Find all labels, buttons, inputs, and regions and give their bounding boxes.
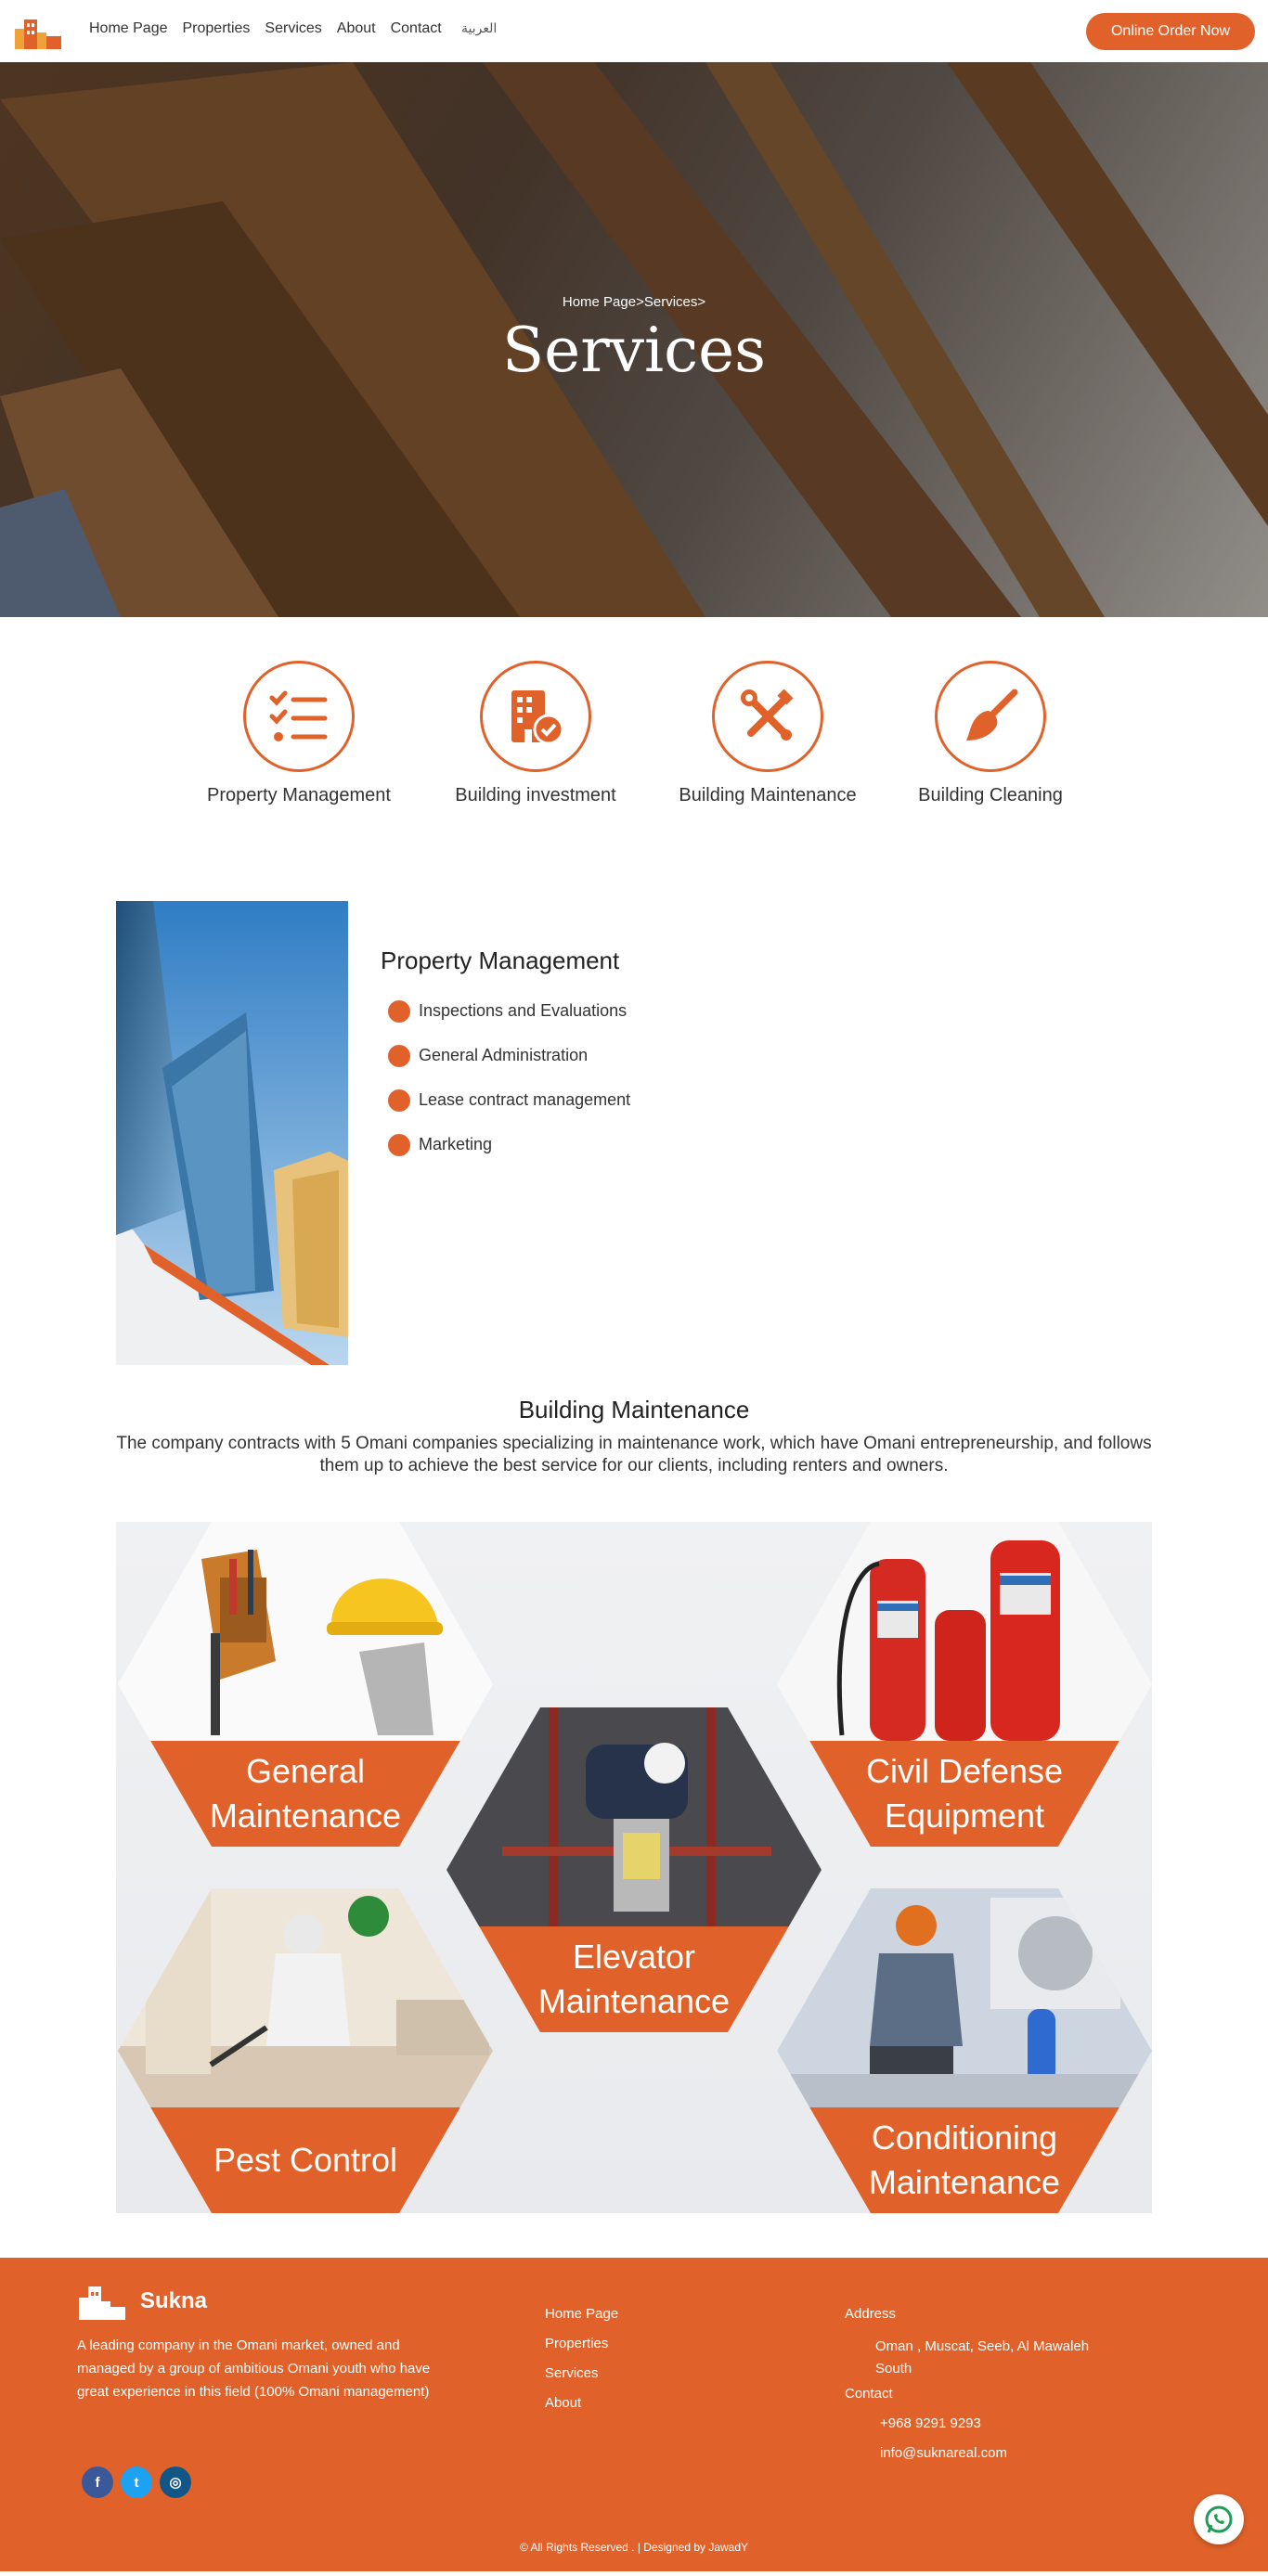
building-maintenance-description: The company contracts with 5 Omani compa…: [116, 1434, 1152, 1475]
whatsapp-icon: [1205, 2505, 1233, 2533]
footer-brand-name: Sukna: [140, 2288, 208, 2313]
footer-link-services[interactable]: Services: [545, 2365, 618, 2395]
contact-label: Contact: [845, 2386, 893, 2402]
elevator-worker-image: [446, 1707, 822, 1926]
whatsapp-button[interactable]: [1194, 2494, 1244, 2544]
list-item: Lease contract management: [388, 1088, 630, 1132]
building-check-icon: [480, 661, 591, 772]
nav-contact[interactable]: Contact: [391, 20, 442, 37]
building-maintenance-title: Building Maintenance: [518, 1396, 750, 1423]
tools-helmet-image: [118, 1522, 493, 1741]
service-label: Building Maintenance: [679, 785, 857, 805]
language-switch[interactable]: العربية: [461, 20, 497, 36]
footer-logo-icon: [79, 2286, 125, 2320]
ac-technician-image: [777, 1888, 1152, 2107]
tile-label: Civil Defense Equipment: [777, 1741, 1152, 1847]
tile-general-maintenance[interactable]: General Maintenance: [118, 1522, 493, 1847]
service-building-investment[interactable]: Building investment: [433, 661, 638, 806]
email-value[interactable]: info@suknareal.com: [845, 2445, 1114, 2475]
service-label: Property Management: [207, 785, 391, 805]
tile-conditioning-maintenance[interactable]: Conditioning Maintenance: [777, 1888, 1152, 2213]
instagram-icon[interactable]: ◎: [160, 2467, 191, 2498]
service-building-cleaning[interactable]: Building Cleaning: [888, 661, 1093, 806]
footer-about-text: A leading company in the Omani market, o…: [77, 2338, 431, 2400]
tile-civil-defense-equipment[interactable]: Civil Defense Equipment: [777, 1522, 1152, 1847]
nav-home[interactable]: Home Page: [89, 20, 168, 37]
facebook-icon[interactable]: f: [82, 2467, 113, 2498]
wrench-screwdriver-icon: [712, 661, 823, 772]
copyright: © All Rights Reserved . | Designed by Ja…: [519, 2541, 749, 2554]
address-label: Address: [845, 2306, 897, 2322]
skyscraper-image: [116, 901, 348, 1365]
property-management-title: Property Management: [381, 947, 620, 974]
sukna-logo[interactable]: [13, 12, 67, 49]
broom-icon: [935, 661, 1046, 772]
footer-link-about[interactable]: About: [545, 2395, 618, 2425]
tile-label: Pest Control: [118, 2107, 493, 2213]
tile-pest-control[interactable]: Pest Control: [118, 1888, 493, 2213]
service-label: Building investment: [455, 785, 616, 805]
top-navbar: Home Page Properties Services About Cont…: [0, 0, 1268, 62]
service-label: Building Cleaning: [918, 785, 1063, 805]
footer-contact: Address Oman , Muscat, Seeb, Al Mawaleh …: [845, 2306, 1114, 2475]
property-management-list: Inspections and Evaluations General Admi…: [388, 998, 630, 1177]
footer-link-properties[interactable]: Properties: [545, 2336, 618, 2365]
page-title: Services: [501, 315, 767, 386]
breadcrumb[interactable]: Home Page>Services>: [0, 294, 1268, 310]
list-item: General Administration: [388, 1043, 630, 1088]
hero-banner: Home Page>Services> Services: [0, 62, 1268, 617]
pest-control-worker-image: [118, 1888, 493, 2107]
twitter-icon[interactable]: t: [121, 2467, 152, 2498]
social-links: f t ◎: [82, 2467, 191, 2498]
phone-value[interactable]: +968 9291 9293: [845, 2415, 1114, 2445]
list-item: Inspections and Evaluations: [388, 998, 630, 1043]
footer-brand: Sukna: [77, 2283, 207, 2320]
tile-label: Elevator Maintenance: [446, 1926, 822, 2032]
fire-extinguishers-image: [777, 1522, 1152, 1741]
nav-properties[interactable]: Properties: [183, 20, 251, 37]
footer: Sukna A leading company in the Omani mar…: [0, 2258, 1268, 2571]
nav-services[interactable]: Services: [265, 20, 321, 37]
maintenance-hex-grid: General Maintenance Civil Defense Equipmen…: [116, 1522, 1152, 2213]
list-item: Marketing: [388, 1132, 630, 1177]
online-order-button[interactable]: Online Order Now: [1086, 13, 1255, 50]
address-value: Oman , Muscat, Seeb, Al Mawaleh South: [875, 2338, 1090, 2376]
footer-links: Home Page Properties Services About: [545, 2306, 618, 2425]
service-building-maintenance[interactable]: Building Maintenance: [666, 661, 870, 806]
nav-about[interactable]: About: [337, 20, 376, 37]
tile-elevator-maintenance[interactable]: Elevator Maintenance: [446, 1707, 822, 2032]
footer-link-home[interactable]: Home Page: [545, 2306, 618, 2336]
service-property-management[interactable]: Property Management: [197, 661, 401, 806]
tile-label: Conditioning Maintenance: [777, 2107, 1152, 2213]
checklist-icon: [243, 661, 355, 772]
tile-label: General Maintenance: [118, 1741, 493, 1847]
